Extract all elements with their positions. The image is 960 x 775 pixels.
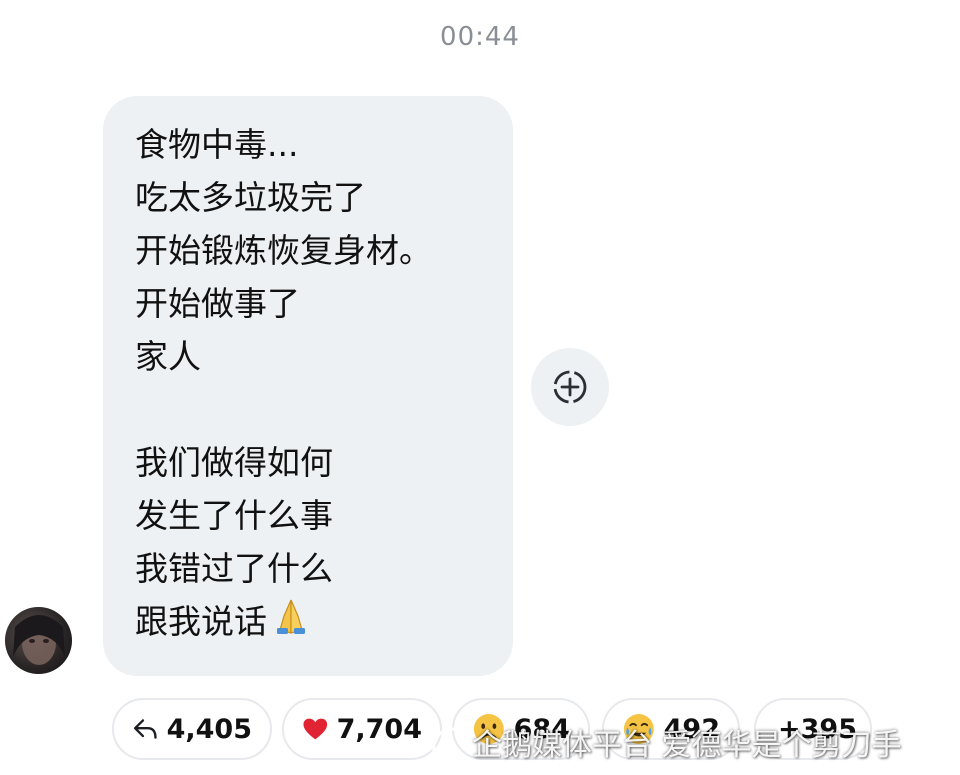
message-timestamp: 00:44 xyxy=(440,22,520,52)
message-line: 家人 xyxy=(135,337,201,376)
red-heart-icon xyxy=(303,718,328,740)
sad-face-icon xyxy=(473,714,504,744)
message-line: 发生了什么事 xyxy=(135,496,333,535)
add-reaction-icon xyxy=(553,370,587,404)
crying-count: 492 xyxy=(663,713,720,745)
message-line: 我们做得如何 xyxy=(135,443,333,482)
sad-reaction-chip[interactable]: 684 xyxy=(452,698,590,760)
more-reactions-chip[interactable]: +395 xyxy=(754,698,872,760)
crying-face-icon xyxy=(623,714,654,744)
heart-count: 7,704 xyxy=(336,713,422,745)
crying-reaction-chip[interactable]: 492 xyxy=(602,698,740,760)
reply-count: 4,405 xyxy=(166,713,252,745)
message-line-text: 跟我说话 xyxy=(135,602,267,641)
reply-arrow-icon xyxy=(133,719,157,739)
message-bubble[interactable]: 食物中毒... 吃太多垃圾完了 开始锻炼恢复身材。 开始做事了 家人 我们做得如… xyxy=(103,96,513,676)
heart-reaction-chip[interactable]: 7,704 xyxy=(282,698,442,760)
reply-reaction-chip[interactable]: 4,405 xyxy=(112,698,272,760)
message-line: 开始锻炼恢复身材。 xyxy=(135,231,432,270)
message-line: 我错过了什么 xyxy=(135,549,333,588)
avatar-portrait xyxy=(5,607,72,674)
chat-screen: 00:44 食物中毒... 吃太多垃圾完了 开始锻炼恢复身材。 开始做事了 家人… xyxy=(0,0,960,775)
message-line: 吃太多垃圾完了 xyxy=(135,178,366,217)
more-reactions-count: +395 xyxy=(778,713,857,745)
message-last-line: 跟我说话 xyxy=(135,595,513,648)
profile-avatar[interactable] xyxy=(5,607,72,674)
folded-hands-icon xyxy=(271,597,311,652)
message-line: 开始做事了 xyxy=(135,284,300,323)
message-line: 食物中毒... xyxy=(135,125,299,164)
sad-count: 684 xyxy=(513,713,570,745)
add-reaction-button[interactable] xyxy=(531,348,609,426)
